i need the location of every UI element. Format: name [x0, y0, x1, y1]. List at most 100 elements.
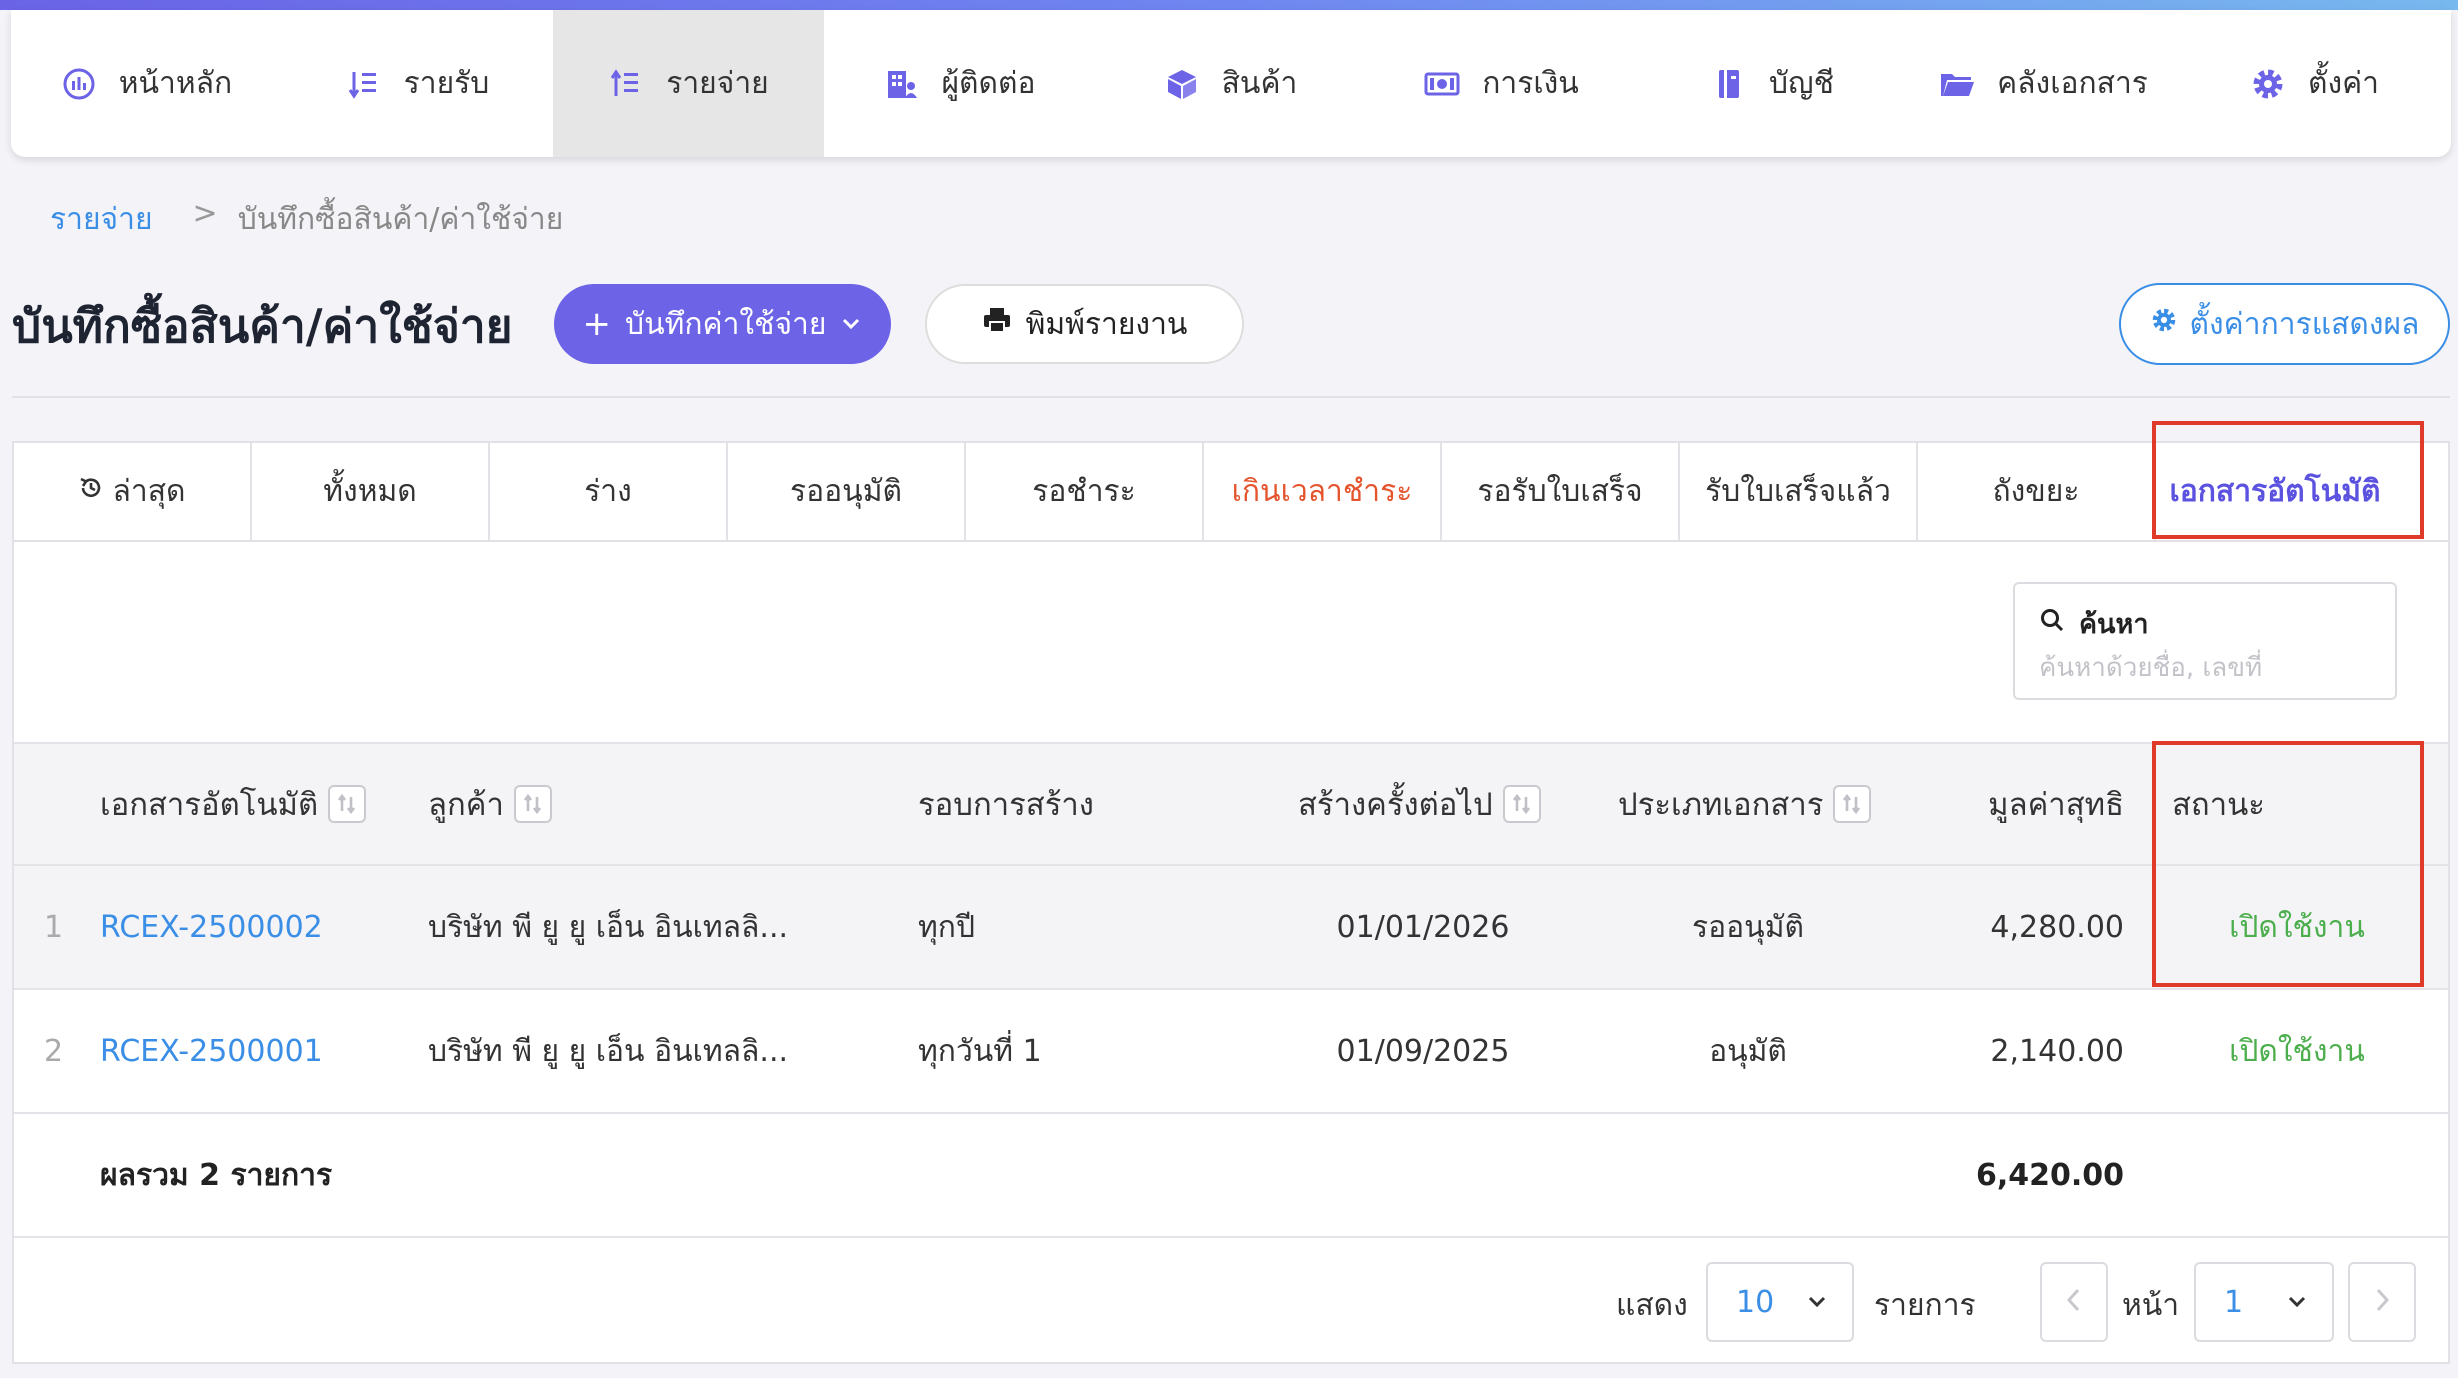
nav-item-accounting[interactable]: บัญชี — [1637, 10, 1908, 157]
header-label: สร้างครั้งต่อไป — [1298, 787, 1493, 823]
sort-icon[interactable] — [513, 785, 552, 823]
folder-icon — [1939, 66, 1975, 102]
contacts-building-icon — [883, 66, 919, 102]
header-label: ประเภทเอกสาร — [1618, 787, 1824, 823]
nav-item-settings[interactable]: ตั้งค่า — [2179, 10, 2450, 157]
money-icon — [1424, 66, 1460, 102]
highlight-box-recurring-tab — [2152, 421, 2424, 539]
gear-icon — [2250, 66, 2286, 102]
highlight-box-status-column — [2152, 741, 2424, 987]
col-header-next-run[interactable]: สร้างครั้งต่อไป — [1298, 744, 1541, 864]
sort-icon[interactable] — [328, 785, 367, 823]
nav-item-label: หน้าหลัก — [118, 66, 233, 101]
nav-item-label: รายรับ — [403, 66, 490, 101]
header-label: ลูกค้า — [428, 787, 504, 823]
tab-label: ถังขยะ — [1992, 474, 2080, 509]
table-header: เอกสารอัตโนมัติ ลูกค้า รอบการสร้าง สร้าง… — [14, 742, 2448, 866]
net-amount: 2,140.00 — [1990, 1033, 2124, 1069]
nav-item-label: สินค้า — [1221, 66, 1298, 101]
nav-item-documents[interactable]: คลังเอกสาร — [1908, 10, 2179, 157]
tab-awaiting-payment[interactable]: รอชำระ — [966, 443, 1204, 540]
col-header-document[interactable]: เอกสารอัตโนมัติ — [100, 744, 367, 864]
tab-label: ล่าสุด — [112, 474, 186, 509]
breadcrumb-current: บันทึกซื้อสินค้า/ค่าใช้จ่าย — [237, 202, 564, 237]
gear-icon — [2150, 306, 2178, 342]
sort-icon[interactable] — [1502, 785, 1541, 823]
document-number-link[interactable]: RCEX-2500002 — [100, 866, 323, 988]
customer-name: บริษัท พี ยู ยู เอ็น อินเทลลิ... — [428, 1033, 789, 1069]
search-label-text: ค้นหา — [2079, 609, 2149, 640]
tab-trash[interactable]: ถังขยะ — [1918, 443, 2156, 540]
search-label: ค้นหา — [2039, 602, 2148, 645]
nav-item-label: การเงิน — [1482, 66, 1579, 101]
history-icon — [78, 474, 104, 509]
table-row[interactable]: 1 RCEX-2500002 บริษัท พี ยู ยู เอ็น อินเ… — [14, 866, 2448, 990]
page-label: หน้า — [2122, 1288, 2180, 1323]
page-title: บันทึกซื้อสินค้า/ค่าใช้จ่าย — [12, 299, 513, 353]
page-select[interactable]: 1 — [2194, 1262, 2334, 1342]
tab-label: รับใบเสร็จแล้ว — [1705, 474, 1891, 509]
chevron-down-icon — [840, 307, 862, 342]
tab-all[interactable]: ทั้งหมด — [252, 443, 490, 540]
customer-name: บริษัท พี ยู ยู เอ็น อินเทลลิ... — [428, 909, 789, 945]
tab-awaiting-approval[interactable]: รออนุมัติ — [728, 443, 966, 540]
product-box-icon — [1164, 66, 1200, 102]
tab-latest[interactable]: ล่าสุด — [14, 443, 252, 540]
add-expense-label: บันทึกค่าใช้จ่าย — [625, 306, 827, 342]
tab-draft[interactable]: ร่าง — [490, 443, 728, 540]
chevron-right-icon — [2371, 1285, 2393, 1319]
nav-item-label: รายจ่าย — [666, 66, 769, 101]
nav-item-label: ผู้ติดต่อ — [941, 66, 1036, 101]
add-expense-button[interactable]: + บันทึกค่าใช้จ่าย — [554, 284, 891, 364]
income-list-icon — [346, 66, 382, 102]
top-accent-bar — [0, 0, 2458, 10]
tab-overdue[interactable]: เกินเวลาชำระ — [1204, 443, 1442, 540]
tab-label: รออนุมัติ — [790, 474, 902, 509]
divider — [12, 396, 2450, 398]
search-box[interactable]: ค้นหา — [2013, 582, 2397, 700]
cycle-value: ทุกปี — [918, 909, 975, 945]
page-size-select[interactable]: 10 — [1706, 1262, 1854, 1342]
printer-icon — [982, 306, 1012, 342]
nav-item-label: คลังเอกสาร — [1997, 66, 2148, 101]
document-number-link[interactable]: RCEX-2500001 — [100, 990, 323, 1112]
search-input[interactable] — [2039, 648, 2369, 688]
next-run-date: 01/01/2026 — [1336, 909, 1510, 945]
sort-icon[interactable] — [1833, 785, 1872, 823]
tab-label: เกินเวลาชำระ — [1231, 474, 1413, 509]
nav-item-products[interactable]: สินค้า — [1095, 10, 1366, 157]
nav-item-income[interactable]: รายรับ — [282, 10, 553, 157]
nav-item-label: ตั้งค่า — [2307, 66, 2380, 101]
tab-awaiting-receipt[interactable]: รอรับใบเสร็จ — [1442, 443, 1680, 540]
next-page-button[interactable] — [2348, 1262, 2416, 1342]
header-label: รอบการสร้าง — [918, 787, 1094, 823]
page-value: 1 — [2224, 1284, 2244, 1320]
table-total-row: ผลรวม 2 รายการ 6,420.00 — [14, 1114, 2448, 1238]
display-settings-button[interactable]: ตั้งค่าการแสดงผล — [2119, 283, 2450, 365]
nav-item-expenses[interactable]: รายจ่าย — [553, 10, 824, 157]
nav-item-home[interactable]: หน้าหลัก — [11, 10, 282, 157]
status-tabs: ล่าสุด ทั้งหมด ร่าง รออนุมัติ รอชำระ เกิ… — [12, 441, 2450, 540]
tab-receipt-received[interactable]: รับใบเสร็จแล้ว — [1680, 443, 1918, 540]
print-report-button[interactable]: พิมพ์รายงาน — [925, 284, 1244, 364]
table-row[interactable]: 2 RCEX-2500001 บริษัท พี ยู ยู เอ็น อินเ… — [14, 990, 2448, 1114]
col-header-customer[interactable]: ลูกค้า — [428, 744, 552, 864]
document-type: อนุมัติ — [1709, 1033, 1787, 1069]
row-number: 2 — [44, 1033, 64, 1069]
items-label: รายการ — [1874, 1288, 1976, 1323]
total-label: ผลรวม 2 รายการ — [100, 1157, 333, 1193]
nav-item-finance[interactable]: การเงิน — [1366, 10, 1637, 157]
search-icon — [2039, 607, 2065, 640]
nav-item-contacts[interactable]: ผู้ติดต่อ — [824, 10, 1095, 157]
expense-list-icon — [608, 66, 644, 102]
document-type: รออนุมัติ — [1692, 909, 1804, 945]
chevron-down-icon — [1806, 1285, 1828, 1320]
breadcrumb-parent-link[interactable]: รายจ่าย — [50, 196, 153, 243]
prev-page-button[interactable] — [2040, 1262, 2108, 1342]
cycle-value: ทุกวันที่ 1 — [918, 1033, 1042, 1069]
col-header-doc-type[interactable]: ประเภทเอกสาร — [1618, 744, 1872, 864]
header-label: เอกสารอัตโนมัติ — [100, 787, 319, 823]
accounting-book-icon — [1711, 66, 1747, 102]
breadcrumb-separator: > — [192, 196, 218, 231]
dashboard-icon — [61, 66, 97, 102]
